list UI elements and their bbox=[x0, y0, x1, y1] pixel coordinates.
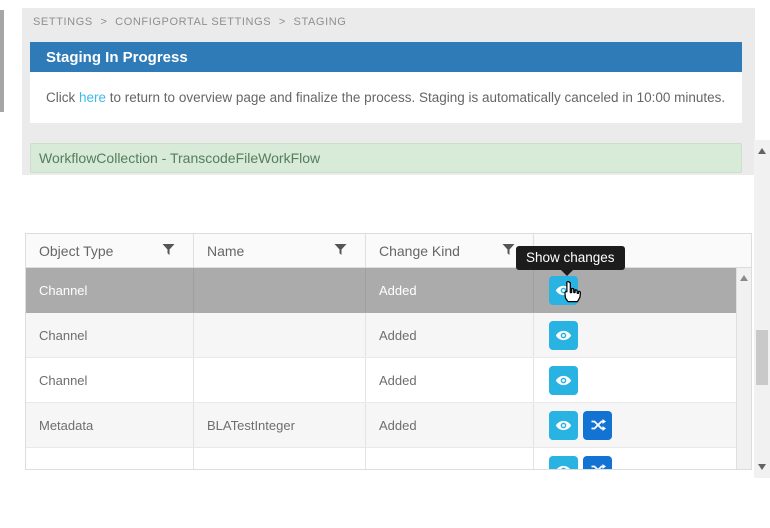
page-title-label: Staging In Progress bbox=[46, 49, 188, 66]
merge-button[interactable] bbox=[583, 411, 612, 440]
workflow-collection-label: WorkflowCollection - TranscodeFileWorkFl… bbox=[39, 150, 320, 166]
cell-name bbox=[194, 448, 366, 470]
column-header-name[interactable]: Name bbox=[194, 234, 366, 267]
column-header-change-kind[interactable]: Change Kind bbox=[366, 234, 534, 267]
info-text-prefix: Click bbox=[46, 90, 79, 105]
scrollbar-thumb[interactable] bbox=[756, 330, 768, 385]
eye-icon bbox=[555, 282, 572, 299]
cell-change-kind bbox=[366, 448, 534, 470]
tooltip-caret bbox=[560, 269, 574, 276]
show-changes-button[interactable] bbox=[549, 411, 578, 440]
table-row[interactable]: Channel Added bbox=[26, 313, 738, 358]
cell-name: BLATestInteger bbox=[194, 403, 366, 447]
eye-icon bbox=[555, 417, 572, 434]
scroll-down-arrow-icon[interactable] bbox=[758, 464, 766, 470]
cell-name bbox=[194, 358, 366, 402]
column-header-label: Object Type bbox=[39, 243, 113, 259]
show-changes-button[interactable] bbox=[549, 366, 578, 395]
filter-icon[interactable] bbox=[502, 243, 515, 256]
cell-name bbox=[194, 268, 366, 312]
column-header-label: Change Kind bbox=[379, 243, 460, 259]
eye-icon bbox=[555, 327, 572, 344]
table-header-row: Object Type Name Change Kind Actions bbox=[26, 234, 751, 268]
staging-info-message: Click here to return to overview page an… bbox=[30, 72, 742, 123]
cell-object-type: Channel bbox=[26, 313, 194, 357]
shuffle-icon bbox=[590, 462, 606, 470]
show-changes-button[interactable] bbox=[549, 456, 578, 471]
cell-object-type bbox=[26, 448, 194, 470]
return-to-overview-link[interactable]: here bbox=[79, 90, 106, 105]
breadcrumb: SETTINGS > CONFIGPORTAL SETTINGS > STAGI… bbox=[33, 16, 346, 28]
staging-panel: SETTINGS > CONFIGPORTAL SETTINGS > STAGI… bbox=[22, 8, 755, 175]
cell-object-type: Channel bbox=[26, 268, 194, 312]
breadcrumb-staging[interactable]: STAGING bbox=[294, 16, 347, 28]
eye-icon bbox=[555, 462, 572, 471]
table-row[interactable]: Channel Added bbox=[26, 268, 738, 313]
window-scrollbar-fragment bbox=[0, 10, 4, 112]
breadcrumb-settings[interactable]: SETTINGS bbox=[33, 16, 93, 28]
cell-change-kind: Added bbox=[366, 268, 534, 312]
table-body: Channel Added Channel Added Channel Adde… bbox=[26, 268, 738, 470]
scroll-up-arrow-icon[interactable] bbox=[740, 275, 748, 281]
shuffle-icon bbox=[590, 417, 606, 433]
breadcrumb-separator: > bbox=[279, 16, 286, 28]
page-scrollbar[interactable] bbox=[754, 140, 770, 478]
table-row[interactable]: Metadata BLATestInteger Added bbox=[26, 403, 738, 448]
scroll-up-arrow-icon[interactable] bbox=[758, 148, 766, 154]
page-title: Staging In Progress bbox=[30, 42, 742, 72]
info-text-suffix: to return to overview page and finalize … bbox=[106, 90, 725, 105]
cell-change-kind: Added bbox=[366, 313, 534, 357]
info-text: Click here to return to overview page an… bbox=[46, 90, 725, 105]
staged-changes-table: Object Type Name Change Kind Actions Cha… bbox=[25, 233, 752, 470]
table-row[interactable]: Channel Added bbox=[26, 358, 738, 403]
workflow-collection-banner: WorkflowCollection - TranscodeFileWorkFl… bbox=[30, 143, 742, 173]
cell-object-type: Metadata bbox=[26, 403, 194, 447]
cell-actions bbox=[534, 313, 738, 357]
cell-name bbox=[194, 313, 366, 357]
merge-button[interactable] bbox=[583, 456, 612, 471]
show-changes-button[interactable] bbox=[549, 276, 578, 305]
cell-actions bbox=[534, 358, 738, 402]
column-header-label: Name bbox=[207, 243, 244, 259]
filter-icon[interactable] bbox=[334, 243, 347, 256]
table-scrollbar[interactable] bbox=[736, 268, 751, 469]
cell-change-kind: Added bbox=[366, 403, 534, 447]
cell-actions bbox=[534, 448, 738, 470]
filter-icon[interactable] bbox=[162, 243, 175, 256]
show-changes-button[interactable] bbox=[549, 321, 578, 350]
eye-icon bbox=[555, 372, 572, 389]
column-header-object-type[interactable]: Object Type bbox=[26, 234, 194, 267]
show-changes-tooltip: Show changes bbox=[516, 246, 625, 270]
breadcrumb-separator: > bbox=[100, 16, 107, 28]
cell-actions bbox=[534, 403, 738, 447]
cell-object-type: Channel bbox=[26, 358, 194, 402]
table-row[interactable] bbox=[26, 448, 738, 470]
breadcrumb-configportal-settings[interactable]: CONFIGPORTAL SETTINGS bbox=[115, 16, 271, 28]
tooltip-label: Show changes bbox=[526, 250, 615, 265]
cell-change-kind: Added bbox=[366, 358, 534, 402]
